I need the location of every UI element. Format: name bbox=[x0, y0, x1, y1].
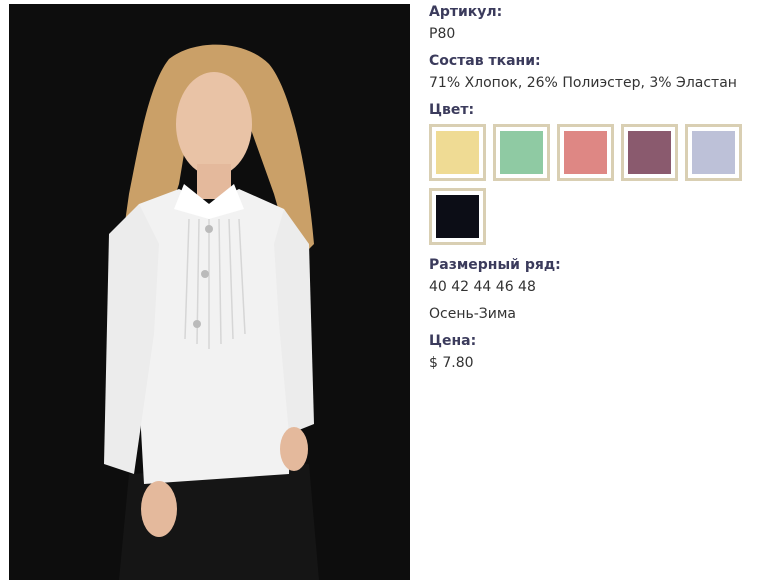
sku-label: Артикул: bbox=[429, 4, 503, 20]
product-info: Артикул: P80 Состав ткани: 71% Хлопок, 2… bbox=[429, 3, 774, 381]
season-text: Осень-Зима bbox=[429, 306, 517, 322]
size-block: Размерный ряд: 40 42 44 46 48 bbox=[429, 256, 774, 296]
product-photo bbox=[9, 4, 410, 580]
fabric-label: Состав ткани: bbox=[429, 53, 541, 69]
price-value: $ 7.80 bbox=[429, 355, 474, 371]
sku-value: P80 bbox=[429, 26, 456, 42]
fabric-value: 71% Хлопок, 26% Полиэстер, 3% Эластан bbox=[429, 75, 737, 91]
price-label: Цена: bbox=[429, 333, 477, 349]
color-block: Цвет: bbox=[429, 101, 774, 252]
color-swatch[interactable] bbox=[557, 124, 614, 181]
color-swatch[interactable] bbox=[429, 188, 486, 245]
color-swatch[interactable] bbox=[621, 124, 678, 181]
size-label: Размерный ряд: bbox=[429, 257, 561, 273]
color-label: Цвет: bbox=[429, 102, 475, 118]
color-swatch[interactable] bbox=[493, 124, 550, 181]
color-swatches bbox=[429, 124, 774, 252]
color-swatch[interactable] bbox=[685, 124, 742, 181]
size-value: 40 42 44 46 48 bbox=[429, 279, 536, 295]
fabric-block: Состав ткани: 71% Хлопок, 26% Полиэстер,… bbox=[429, 52, 774, 92]
color-swatch[interactable] bbox=[429, 124, 486, 181]
price-block: Цена: $ 7.80 bbox=[429, 332, 774, 372]
sku-block: Артикул: P80 bbox=[429, 3, 774, 43]
